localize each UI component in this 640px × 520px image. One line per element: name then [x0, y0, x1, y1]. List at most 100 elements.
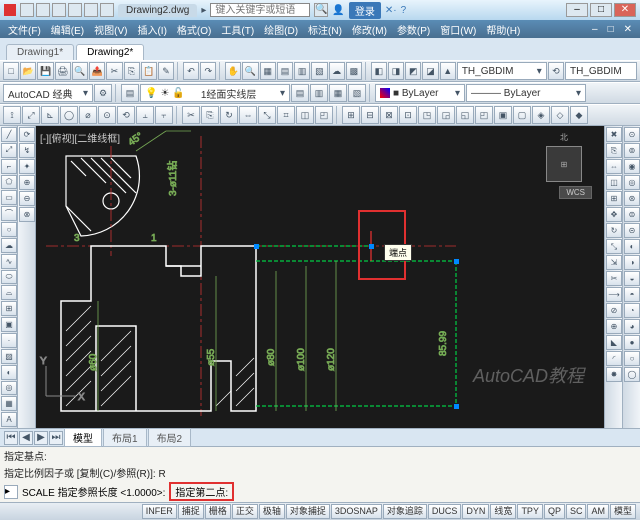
rt2-4-icon[interactable]: ◎: [624, 175, 640, 190]
tb-d5-icon[interactable]: ⌀: [79, 106, 97, 124]
menu-insert[interactable]: 插入(I): [133, 22, 170, 37]
tb-tp-icon[interactable]: ▥: [294, 62, 310, 80]
tb-d2-icon[interactable]: ⤢: [22, 106, 40, 124]
tb-v13-icon[interactable]: ◆: [570, 106, 588, 124]
lt2-2-icon[interactable]: ↯: [19, 143, 35, 158]
tb-v10-icon[interactable]: ▢: [513, 106, 531, 124]
qa-redo-icon[interactable]: [84, 3, 98, 17]
chamfer-icon[interactable]: ◣: [606, 335, 622, 350]
tb-v6-icon[interactable]: ◲: [437, 106, 455, 124]
child-min-icon[interactable]: ‒: [588, 24, 602, 35]
workspace-combo[interactable]: AutoCAD 经典▾: [3, 84, 93, 102]
tb-mark-icon[interactable]: ☁: [329, 62, 345, 80]
polygon-icon[interactable]: ⬠: [1, 175, 17, 190]
tb-dimup-icon[interactable]: ⟲: [548, 62, 564, 80]
gradient-icon[interactable]: ◐: [1, 365, 17, 380]
tb-d9-icon[interactable]: ⫟: [155, 106, 173, 124]
sb-grid[interactable]: 栅格: [205, 504, 231, 519]
ellarc-icon[interactable]: ⌓: [1, 285, 17, 300]
sb-3dosnap[interactable]: 3DOSNAP: [331, 504, 382, 519]
tb-ws-gear-icon[interactable]: ⚙: [94, 84, 112, 102]
lt2-3-icon[interactable]: ✦: [19, 159, 35, 174]
rt2-12-icon[interactable]: ◔: [624, 303, 640, 318]
join-icon[interactable]: ⊕: [606, 319, 622, 334]
tb-m8-icon[interactable]: ◰: [315, 106, 333, 124]
sb-model[interactable]: 模型: [610, 504, 636, 519]
tb-d3-icon[interactable]: ⊾: [41, 106, 59, 124]
tb-save-icon[interactable]: 💾: [37, 62, 53, 80]
mtext-icon[interactable]: A: [1, 412, 17, 427]
menu-format[interactable]: 格式(O): [173, 22, 215, 37]
explode-icon[interactable]: ✸: [606, 367, 622, 382]
rt2-6-icon[interactable]: ⊜: [624, 207, 640, 222]
pline-icon[interactable]: ⌐: [1, 159, 17, 174]
tb-v8-icon[interactable]: ◰: [475, 106, 493, 124]
tb-zoom-icon[interactable]: 🔍: [242, 62, 258, 80]
menu-draw[interactable]: 绘图(D): [260, 22, 302, 37]
viewcube[interactable]: 北 ⊞ 南: [534, 134, 594, 194]
hatch-icon[interactable]: ▨: [1, 349, 17, 364]
child-close-icon[interactable]: ✕: [620, 24, 636, 35]
tb-new-icon[interactable]: □: [3, 62, 19, 80]
menu-edit[interactable]: 编辑(E): [47, 22, 88, 37]
menu-window[interactable]: 窗口(W): [436, 22, 480, 37]
rt2-10-icon[interactable]: ◒: [624, 271, 640, 286]
tb-props-icon[interactable]: ▦: [260, 62, 276, 80]
tb-undo-icon[interactable]: ↶: [183, 62, 199, 80]
tb-open-icon[interactable]: 📂: [20, 62, 36, 80]
tb-d7-icon[interactable]: ⟲: [117, 106, 135, 124]
tb-v5-icon[interactable]: ◳: [418, 106, 436, 124]
lt2-6-icon[interactable]: ⊗: [19, 207, 35, 222]
break-icon[interactable]: ⊘: [606, 303, 622, 318]
tb-lay2-icon[interactable]: ▥: [310, 84, 328, 102]
tb-v3-icon[interactable]: ⊠: [380, 106, 398, 124]
tb-m1-icon[interactable]: ✂: [182, 106, 200, 124]
sb-tpy[interactable]: TPY: [517, 504, 543, 519]
tb-v4-icon[interactable]: ⊡: [399, 106, 417, 124]
insert-icon[interactable]: ⊞: [1, 301, 17, 316]
lt2-5-icon[interactable]: ⊖: [19, 191, 35, 206]
tb-v2-icon[interactable]: ⊟: [361, 106, 379, 124]
offset-icon[interactable]: ◫: [606, 175, 622, 190]
tb-lay3-icon[interactable]: ▦: [329, 84, 347, 102]
rt2-5-icon[interactable]: ⊛: [624, 191, 640, 206]
revcloud-icon[interactable]: ☁: [1, 238, 17, 253]
tb-v12-icon[interactable]: ◇: [551, 106, 569, 124]
qa-new-icon[interactable]: [20, 3, 34, 17]
cmd-icon[interactable]: ▸: [4, 485, 18, 499]
lt-last-icon[interactable]: ⏭: [49, 431, 63, 445]
tb-gen4-icon[interactable]: ◪: [422, 62, 438, 80]
sb-qp[interactable]: QP: [544, 504, 565, 519]
tb-d4-icon[interactable]: ◯: [60, 106, 78, 124]
search-input[interactable]: [210, 3, 310, 17]
tb-plot-icon[interactable]: 🖨: [55, 62, 71, 80]
sb-am[interactable]: AM: [587, 504, 609, 519]
tb-m7-icon[interactable]: ◫: [296, 106, 314, 124]
tb-copy-icon[interactable]: ⎘: [124, 62, 140, 80]
tb-gen1-icon[interactable]: ◧: [371, 62, 387, 80]
command-input[interactable]: [238, 486, 636, 497]
array-icon[interactable]: ⊞: [606, 191, 622, 206]
tb-m3-icon[interactable]: ↻: [220, 106, 238, 124]
scale-icon[interactable]: ⤡: [606, 239, 622, 254]
qa-open-icon[interactable]: [36, 3, 50, 17]
tab-drawing2[interactable]: Drawing2*: [76, 44, 144, 60]
qa-undo-icon[interactable]: [68, 3, 82, 17]
menu-tools[interactable]: 工具(T): [217, 22, 258, 37]
close-icon[interactable]: ✕: [614, 3, 636, 17]
viewcube-face[interactable]: ⊞: [546, 146, 582, 182]
layout-1[interactable]: 布局1: [103, 428, 147, 447]
sb-ducs[interactable]: DUCS: [428, 504, 462, 519]
tb-m2-icon[interactable]: ⎘: [201, 106, 219, 124]
lt-first-icon[interactable]: ⏮: [4, 431, 18, 445]
xline-icon[interactable]: ⤢: [1, 143, 17, 158]
tb-v11-icon[interactable]: ◈: [532, 106, 550, 124]
move-icon[interactable]: ✥: [606, 207, 622, 222]
copy-icon[interactable]: ⎘: [606, 143, 622, 158]
layout-model[interactable]: 模型: [64, 428, 102, 447]
block-icon[interactable]: ▣: [1, 317, 17, 332]
color-combo[interactable]: ■ ByLayer▾: [375, 84, 465, 102]
mirror-icon[interactable]: ⇔: [606, 159, 622, 174]
sb-lwt[interactable]: 线宽: [490, 504, 516, 519]
tb-calc-icon[interactable]: ▩: [346, 62, 362, 80]
